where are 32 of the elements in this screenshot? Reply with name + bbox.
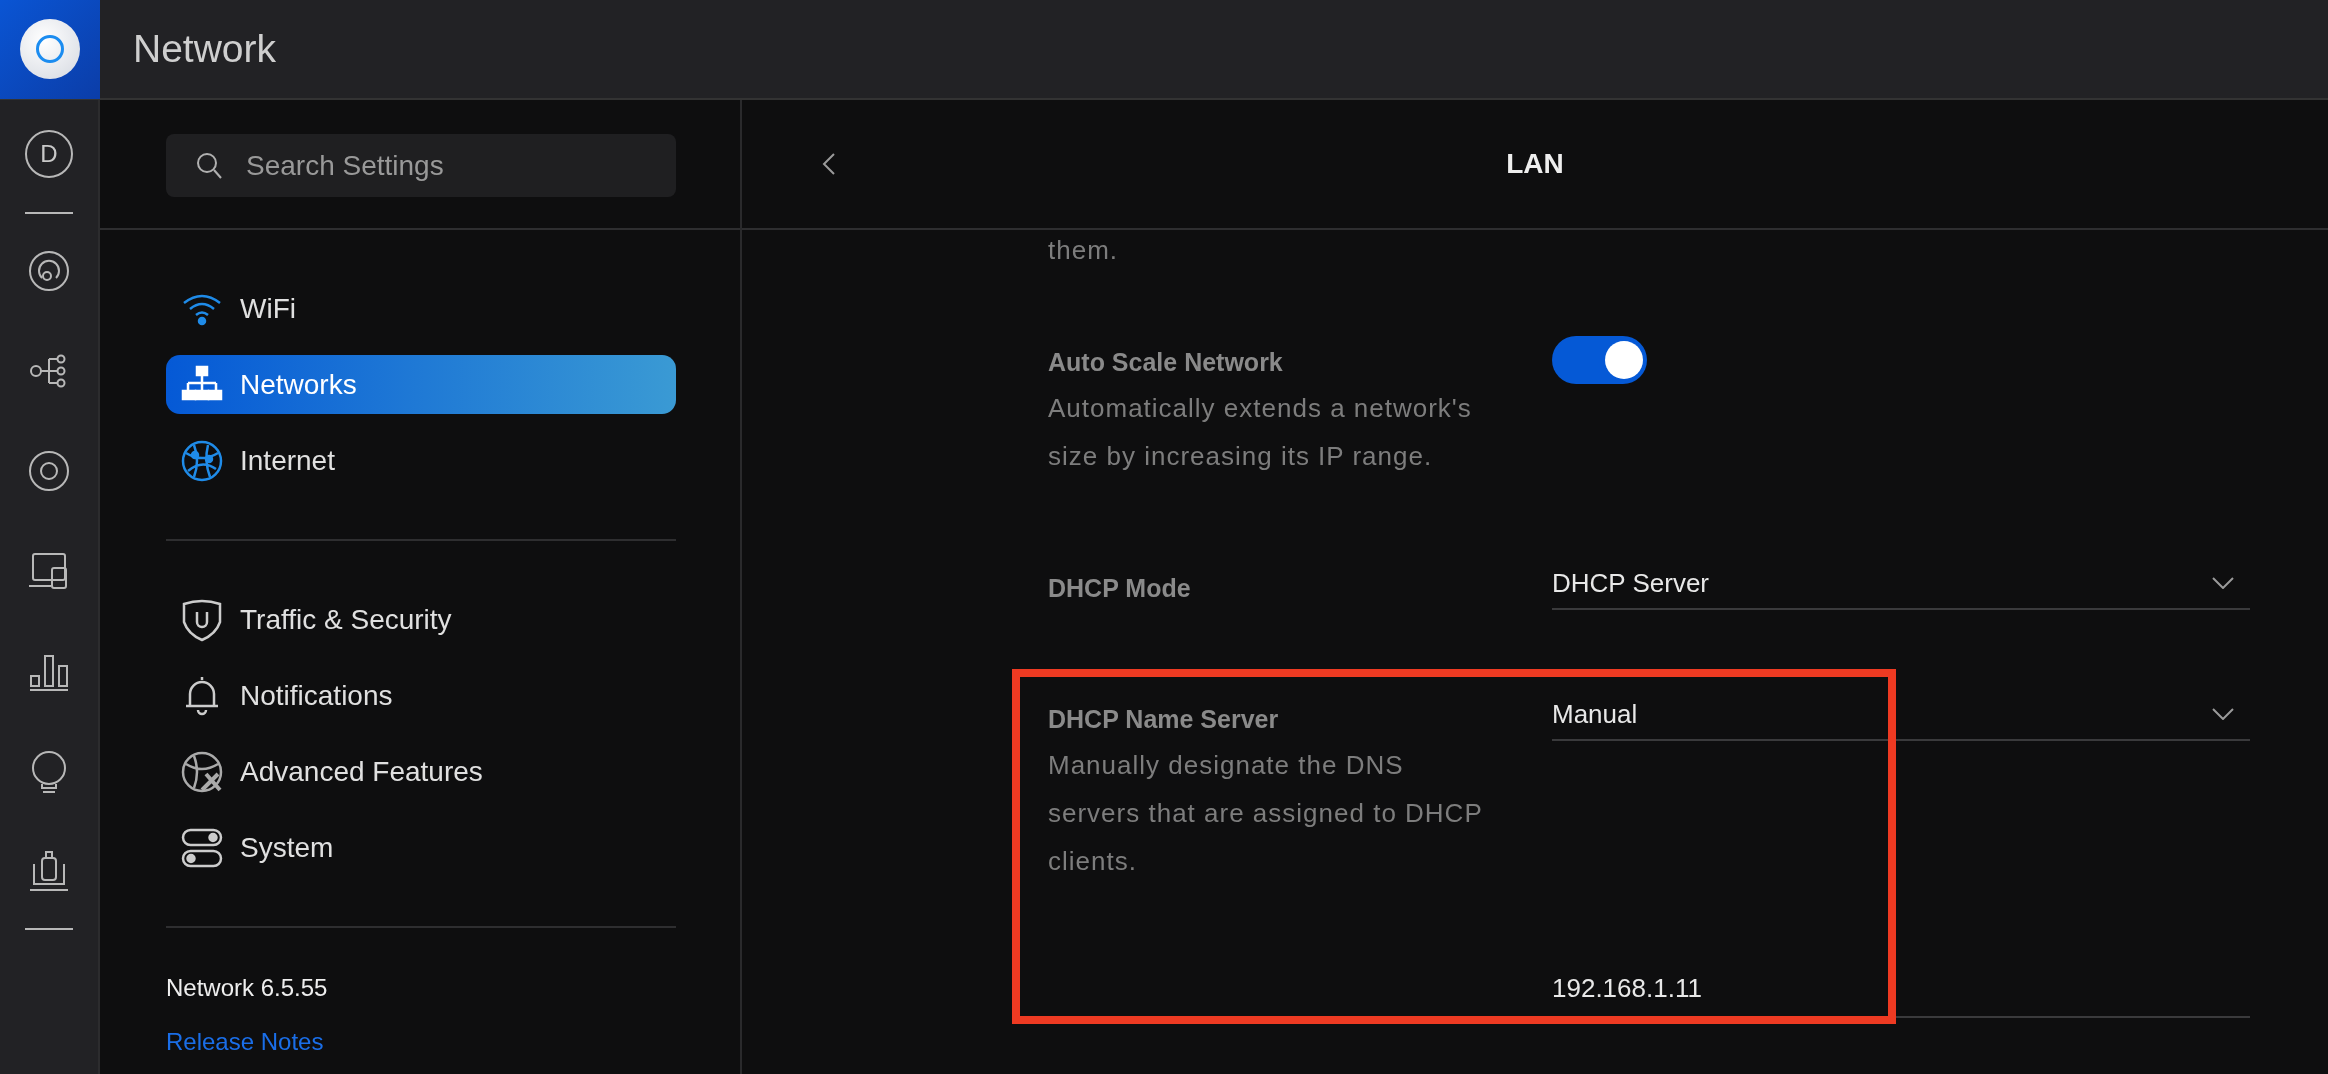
chevron-down-icon [2212, 577, 2234, 589]
menu-item[interactable]: Traffic & Security [166, 590, 676, 649]
menu-item[interactable]: System [166, 818, 676, 877]
menu-item[interactable]: Advanced Features [166, 742, 676, 801]
menu-item[interactable]: WiFi [166, 279, 676, 338]
search-icon [196, 152, 222, 180]
menu-item[interactable]: Networks [166, 355, 676, 414]
setting-label: Auto Scale Network [1048, 347, 1284, 378]
app-title: Network [133, 27, 277, 71]
globe-icon [180, 438, 224, 483]
version-text: Network 6.5.55 [166, 974, 329, 1002]
globe-tools-icon [180, 749, 224, 794]
toggle-switch[interactable] [1552, 336, 1647, 384]
setting-description: Manually designate the DNS servers that are assigned to DHCP clients. [1048, 749, 1484, 878]
setting-description: them. [1048, 234, 1120, 267]
setting-label: DHCP Name Server [1048, 704, 1280, 735]
menu-item[interactable]: Notifications [166, 666, 676, 725]
target-icon[interactable] [26, 448, 72, 494]
user-avatar[interactable]: D [25, 130, 73, 178]
app-logo-icon[interactable] [0, 0, 100, 99]
dropdown[interactable]: DHCP Server [1552, 558, 2250, 610]
setting-description: Automatically extends a network's size by increasing its IP range. [1048, 392, 1473, 473]
ip-address-field[interactable]: 192.168.1.11 [1552, 960, 2250, 1018]
release-notes-link[interactable]: Release Notes [166, 1028, 324, 1056]
chevron-down-icon [2212, 708, 2234, 720]
menu-item[interactable]: Internet [166, 431, 676, 490]
setting-label: DHCP Mode [1048, 573, 1192, 604]
search-field[interactable]: Search Settings [166, 134, 676, 197]
shield-icon [180, 597, 224, 642]
back-chevron-icon[interactable] [822, 152, 836, 176]
panel-title: LAN [1506, 148, 1564, 180]
dropdown[interactable]: Manual [1552, 689, 2250, 741]
